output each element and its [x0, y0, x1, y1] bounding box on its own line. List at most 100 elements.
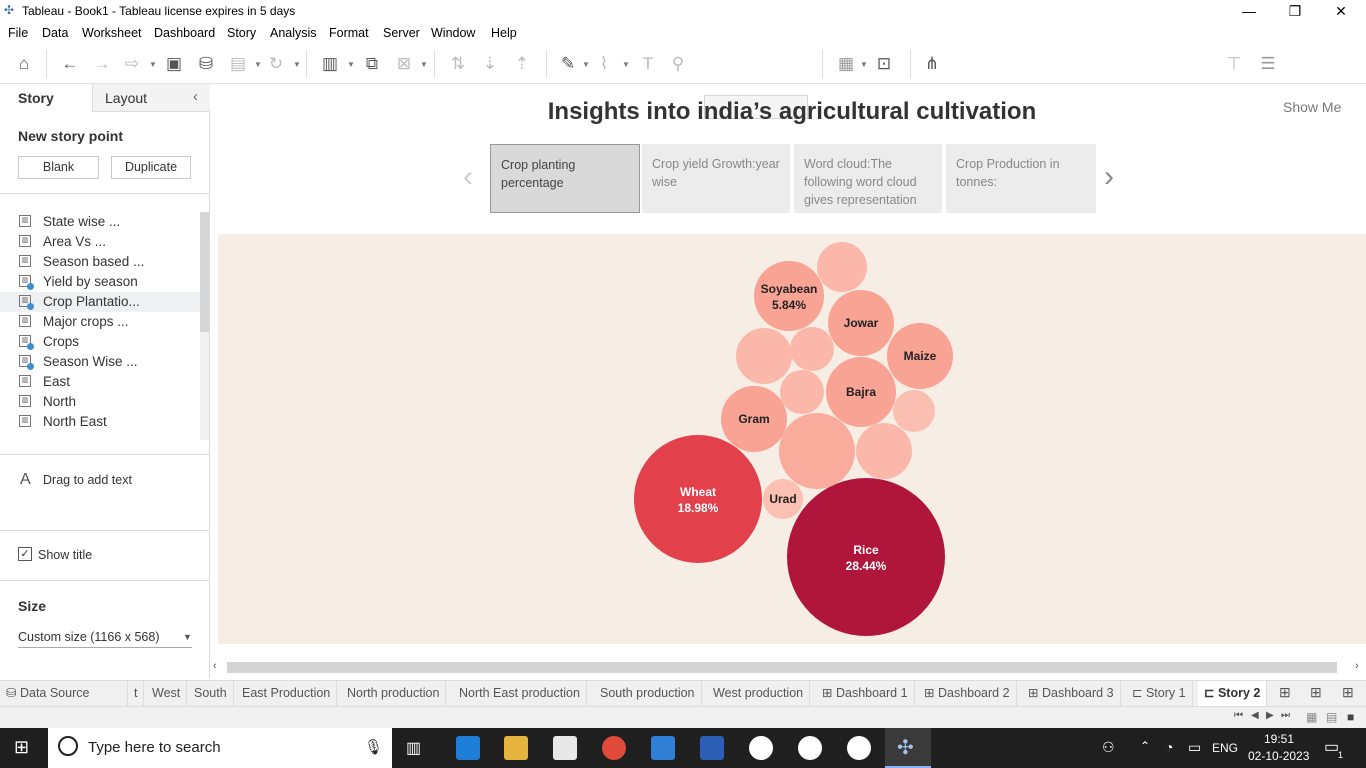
sheets-scrollbar[interactable] [200, 212, 209, 440]
first-sheet-icon[interactable]: ⏮ [1234, 710, 1243, 721]
paste-icon[interactable]: ▤ [226, 52, 250, 76]
chevron-down-icon[interactable]: ▼ [582, 60, 590, 69]
edge-icon[interactable] [456, 736, 480, 760]
taskbar-search-box[interactable]: Type here to search 🎙 [48, 728, 392, 768]
cards-icon[interactable]: ▦ [834, 52, 858, 76]
sort-descending-icon[interactable]: ⇡ [510, 52, 534, 76]
sheet-list-item[interactable]: ▥ North East [0, 412, 200, 432]
tab-dashboard-1[interactable]: ⊞ Dashboard 1 [816, 681, 915, 707]
menu-story[interactable]: Story [227, 26, 256, 40]
story-point-2[interactable]: Crop yield Growth:year wise [642, 144, 790, 213]
bubble[interactable] [893, 390, 935, 432]
format-painter-icon[interactable]: ⊤ [1222, 52, 1246, 76]
clear-sheet-icon[interactable]: ⊠ [392, 52, 416, 76]
undo-icon[interactable]: ← [58, 52, 82, 76]
chevron-down-icon[interactable]: ▼ [347, 60, 355, 69]
tab-dashboard-3[interactable]: ⊞ Dashboard 3 [1022, 681, 1121, 707]
new-dashboard-tab-icon[interactable]: ⊞ [1310, 684, 1322, 701]
bubble-rice[interactable] [787, 478, 945, 636]
attach-icon[interactable]: ⌇ [592, 52, 616, 76]
share-icon[interactable]: ⋔ [920, 52, 944, 76]
bubble[interactable] [779, 413, 855, 489]
new-data-source-icon[interactable]: ⛁ [194, 52, 218, 76]
bubble-soyabean[interactable] [754, 261, 824, 331]
mail-icon[interactable] [651, 736, 675, 760]
sheet-list-item[interactable]: ▥ East [0, 372, 200, 392]
tabs-view-icon[interactable]: ■ [1347, 710, 1354, 724]
language-indicator[interactable]: ENG [1212, 741, 1238, 755]
show-me-icon[interactable]: ☰ [1256, 52, 1280, 76]
menu-file[interactable]: File [8, 26, 28, 40]
duplicate-button[interactable]: Duplicate [111, 156, 191, 179]
new-story-tab-icon[interactable]: ⊞ [1342, 684, 1354, 701]
menu-data[interactable]: Data [42, 26, 68, 40]
drag-to-add-text[interactable]: Drag to add text [43, 473, 132, 487]
tableau-taskbar-button[interactable]: ✣ [885, 728, 931, 768]
tab-north-east-production[interactable]: North East production [453, 681, 587, 707]
menu-worksheet[interactable]: Worksheet [82, 26, 142, 40]
network-icon[interactable]: ◔ [1165, 739, 1173, 755]
minimize-button[interactable]: — [1226, 0, 1272, 22]
tab-dashboard-2[interactable]: ⊞ Dashboard 2 [918, 681, 1017, 707]
chevron-down-icon[interactable]: ▼ [149, 60, 157, 69]
bubble[interactable] [817, 242, 867, 292]
chevron-down-icon[interactable]: ▼ [622, 60, 630, 69]
redo-icon[interactable]: → [90, 52, 114, 76]
text-label-icon[interactable]: T [636, 52, 660, 76]
filmstrip-icon[interactable]: ▤ [1326, 710, 1337, 724]
bubble-wheat[interactable] [634, 435, 762, 563]
sheet-list-item[interactable]: ▥ Season Wise ... [0, 352, 200, 372]
menu-window[interactable]: Window [431, 26, 475, 40]
battery-icon[interactable]: ▭ [1188, 739, 1201, 756]
tab-story-2[interactable]: ⊏ Story 2 [1198, 681, 1268, 707]
microphone-icon[interactable]: 🎙 [364, 738, 383, 756]
sheet-list-item[interactable]: ▥ Season based ... [0, 252, 200, 272]
menu-server[interactable]: Server [383, 26, 420, 40]
last-sheet-icon[interactable]: ⏭ [1281, 710, 1290, 721]
sheet-list-item[interactable]: ▥ Yield by season [0, 272, 200, 292]
clock-time[interactable]: 19:51 [1264, 732, 1294, 746]
notifications-icon[interactable]: ▭ [1324, 737, 1339, 757]
store-icon[interactable] [553, 736, 577, 760]
duplicate-sheet-icon[interactable]: ⧉ [360, 52, 384, 76]
collapse-pane-icon[interactable]: ‹ [193, 88, 198, 105]
sheet-list-item[interactable]: ▥ Crops [0, 332, 200, 352]
windows-start-icon[interactable]: ⊞ [14, 737, 29, 758]
chevron-up-icon[interactable]: ⌃ [1140, 739, 1150, 753]
size-dropdown[interactable]: Custom size (1166 x 568) ▼ [18, 628, 192, 648]
highlight-icon[interactable]: ✎ [556, 52, 580, 76]
restore-button[interactable]: ❐ [1272, 0, 1318, 22]
tab-east-production[interactable]: East Production [236, 681, 338, 707]
sheet-list-item[interactable]: ▥ Area Vs ... [0, 232, 200, 252]
menu-format[interactable]: Format [329, 26, 369, 40]
task-view-icon[interactable]: ▥ [406, 738, 421, 758]
tab-layout[interactable]: Layout [105, 84, 147, 112]
sheet-list-item[interactable]: ▥ North [0, 392, 200, 412]
tab-partial[interactable]: t [128, 681, 145, 707]
next-sheet-icon[interactable]: ▶ [1266, 710, 1274, 721]
blank-button[interactable]: Blank [18, 156, 99, 179]
refresh-icon[interactable]: ↻ [264, 52, 288, 76]
menu-dashboard[interactable]: Dashboard [154, 26, 215, 40]
clock-date[interactable]: 02-10-2023 [1248, 749, 1309, 763]
tab-west[interactable]: West [146, 681, 188, 707]
replay-icon[interactable]: ⇨ [120, 52, 144, 76]
app-icon-2[interactable] [847, 736, 871, 760]
chevron-down-icon[interactable]: ▼ [860, 60, 868, 69]
sort-ascending-icon[interactable]: ⇣ [478, 52, 502, 76]
people-icon[interactable]: ⚇ [1102, 739, 1115, 756]
chevron-down-icon[interactable]: ▼ [293, 60, 301, 69]
bubble[interactable] [780, 370, 824, 414]
tab-north-production[interactable]: North production [341, 681, 447, 707]
story-point-4[interactable]: Crop Production in tonnes: [946, 144, 1096, 213]
app-icon[interactable] [798, 736, 822, 760]
whatsapp-icon[interactable] [749, 736, 773, 760]
menu-analysis[interactable]: Analysis [270, 26, 317, 40]
horizontal-scrollbar[interactable]: ‹ › [210, 660, 1366, 676]
show-title-checkbox[interactable]: ✓ [18, 547, 32, 561]
bubble[interactable] [856, 423, 912, 479]
sheet-sorter-icon[interactable]: ▦ [1306, 710, 1317, 724]
chevron-down-icon[interactable]: ▼ [254, 60, 262, 69]
word-icon[interactable] [700, 736, 724, 760]
prev-sheet-icon[interactable]: ◀ [1251, 710, 1259, 721]
